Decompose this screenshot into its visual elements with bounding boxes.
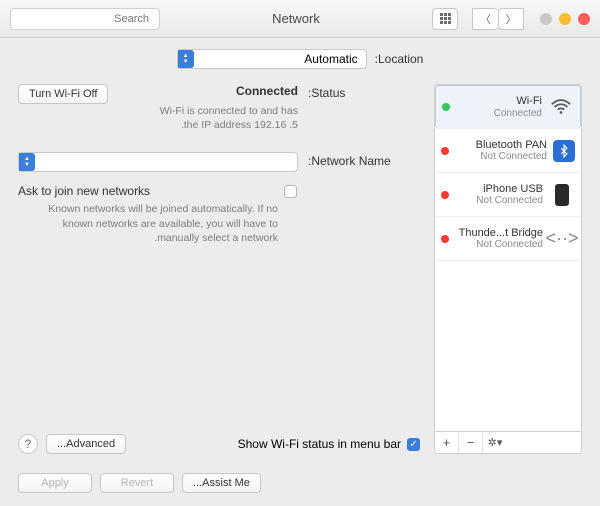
window-controls [540, 13, 590, 25]
iphone-icon [549, 182, 575, 208]
thunderbolt-bridge-icon: <··> [549, 226, 575, 252]
service-status: Not Connected [476, 151, 547, 162]
service-list: Wi-Fi Connected Bluetooth PAN Not Connec… [434, 84, 582, 432]
status-dot-icon [442, 103, 450, 111]
help-button[interactable]: ? [18, 434, 38, 454]
main-footer: ✓ Show Wi-Fi status in menu bar Advanced… [18, 434, 420, 454]
ask-to-join-checkbox-row: Ask to join new networks Known networks … [18, 184, 298, 245]
revert-button[interactable]: Revert [100, 473, 174, 493]
main-panel: Status: Connected Turn Wi-Fi Off Wi-Fi i… [18, 84, 420, 454]
service-status: Not Connected [476, 195, 543, 206]
service-name: iPhone USB [476, 183, 543, 195]
nav-buttons: 〈 〉 [472, 8, 524, 30]
search-field[interactable] [10, 8, 160, 30]
search-input[interactable] [7, 13, 149, 25]
turn-wifi-off-button[interactable]: Turn Wi-Fi Off [18, 84, 108, 104]
select-stepper-icon: ▲▼ [19, 153, 35, 171]
service-status: Connected [494, 108, 542, 119]
show-all-button[interactable] [432, 8, 458, 30]
select-stepper-icon: ▲▼ [178, 50, 194, 68]
show-status-label: Show Wi-Fi status in menu bar [238, 437, 401, 451]
ask-to-join-note: Known networks will be joined automatica… [18, 202, 278, 245]
status-label: Status: [308, 84, 420, 132]
network-prefs-window: 〈 〉 Network Location: Automatic ▲▼ [0, 0, 600, 506]
service-item-thunderbolt-bridge[interactable]: <··> Thunde...t Bridge Not Connected [435, 217, 581, 261]
service-item-iphone-usb[interactable]: iPhone USB Not Connected [435, 173, 581, 217]
sidebar: Wi-Fi Connected Bluetooth PAN Not Connec… [434, 84, 582, 454]
wifi-icon [548, 94, 574, 120]
service-actions-button[interactable]: ✲▾ [483, 432, 507, 453]
body: Wi-Fi Connected Bluetooth PAN Not Connec… [0, 80, 600, 460]
titlebar: 〈 〉 Network [0, 0, 600, 38]
service-list-tools: + − ✲▾ [434, 432, 582, 454]
service-name: Thunde...t Bridge [459, 227, 543, 239]
grid-icon [439, 13, 451, 25]
location-label: Location: [375, 52, 424, 66]
location-row: Location: Automatic ▲▼ [0, 38, 600, 80]
ask-to-join-checkbox[interactable] [284, 185, 297, 198]
service-name: Bluetooth PAN [476, 139, 547, 151]
network-name-select[interactable]: ▲▼ [18, 152, 298, 172]
network-name-label: Network Name: [308, 152, 420, 172]
close-window-button[interactable] [578, 13, 590, 25]
advanced-button[interactable]: Advanced... [46, 434, 126, 454]
show-status-checkbox[interactable]: ✓ [407, 438, 420, 451]
assist-me-button[interactable]: Assist Me... [182, 473, 261, 493]
status-dot-icon [441, 235, 449, 243]
footer: Assist Me... Revert Apply [0, 460, 600, 506]
window-title: Network [168, 11, 424, 26]
status-dot-icon [441, 191, 449, 199]
service-item-bluetooth[interactable]: Bluetooth PAN Not Connected [435, 129, 581, 173]
minimize-window-button[interactable] [559, 13, 571, 25]
add-service-button[interactable]: + [435, 432, 459, 453]
gear-icon: ✲▾ [488, 436, 503, 449]
location-value: Automatic [194, 52, 366, 66]
forward-button[interactable]: 〉 [472, 8, 498, 30]
status-dot-icon [441, 147, 449, 155]
back-button[interactable]: 〈 [498, 8, 524, 30]
ask-to-join-label: Ask to join new networks [18, 184, 150, 198]
service-item-wifi[interactable]: Wi-Fi Connected [435, 85, 581, 129]
zoom-window-button[interactable] [540, 13, 552, 25]
bluetooth-icon [553, 140, 575, 162]
status-desc-line2: the IP address 192.16 .5. [18, 118, 298, 132]
remove-service-button[interactable]: − [459, 432, 483, 453]
status-value: Connected [236, 84, 298, 98]
apply-button[interactable]: Apply [18, 473, 92, 493]
location-select[interactable]: Automatic ▲▼ [177, 49, 367, 69]
service-name: Wi-Fi [494, 95, 542, 107]
service-status: Not Connected [459, 239, 543, 250]
status-desc-line1: Wi-Fi is connected to and has [18, 104, 298, 118]
